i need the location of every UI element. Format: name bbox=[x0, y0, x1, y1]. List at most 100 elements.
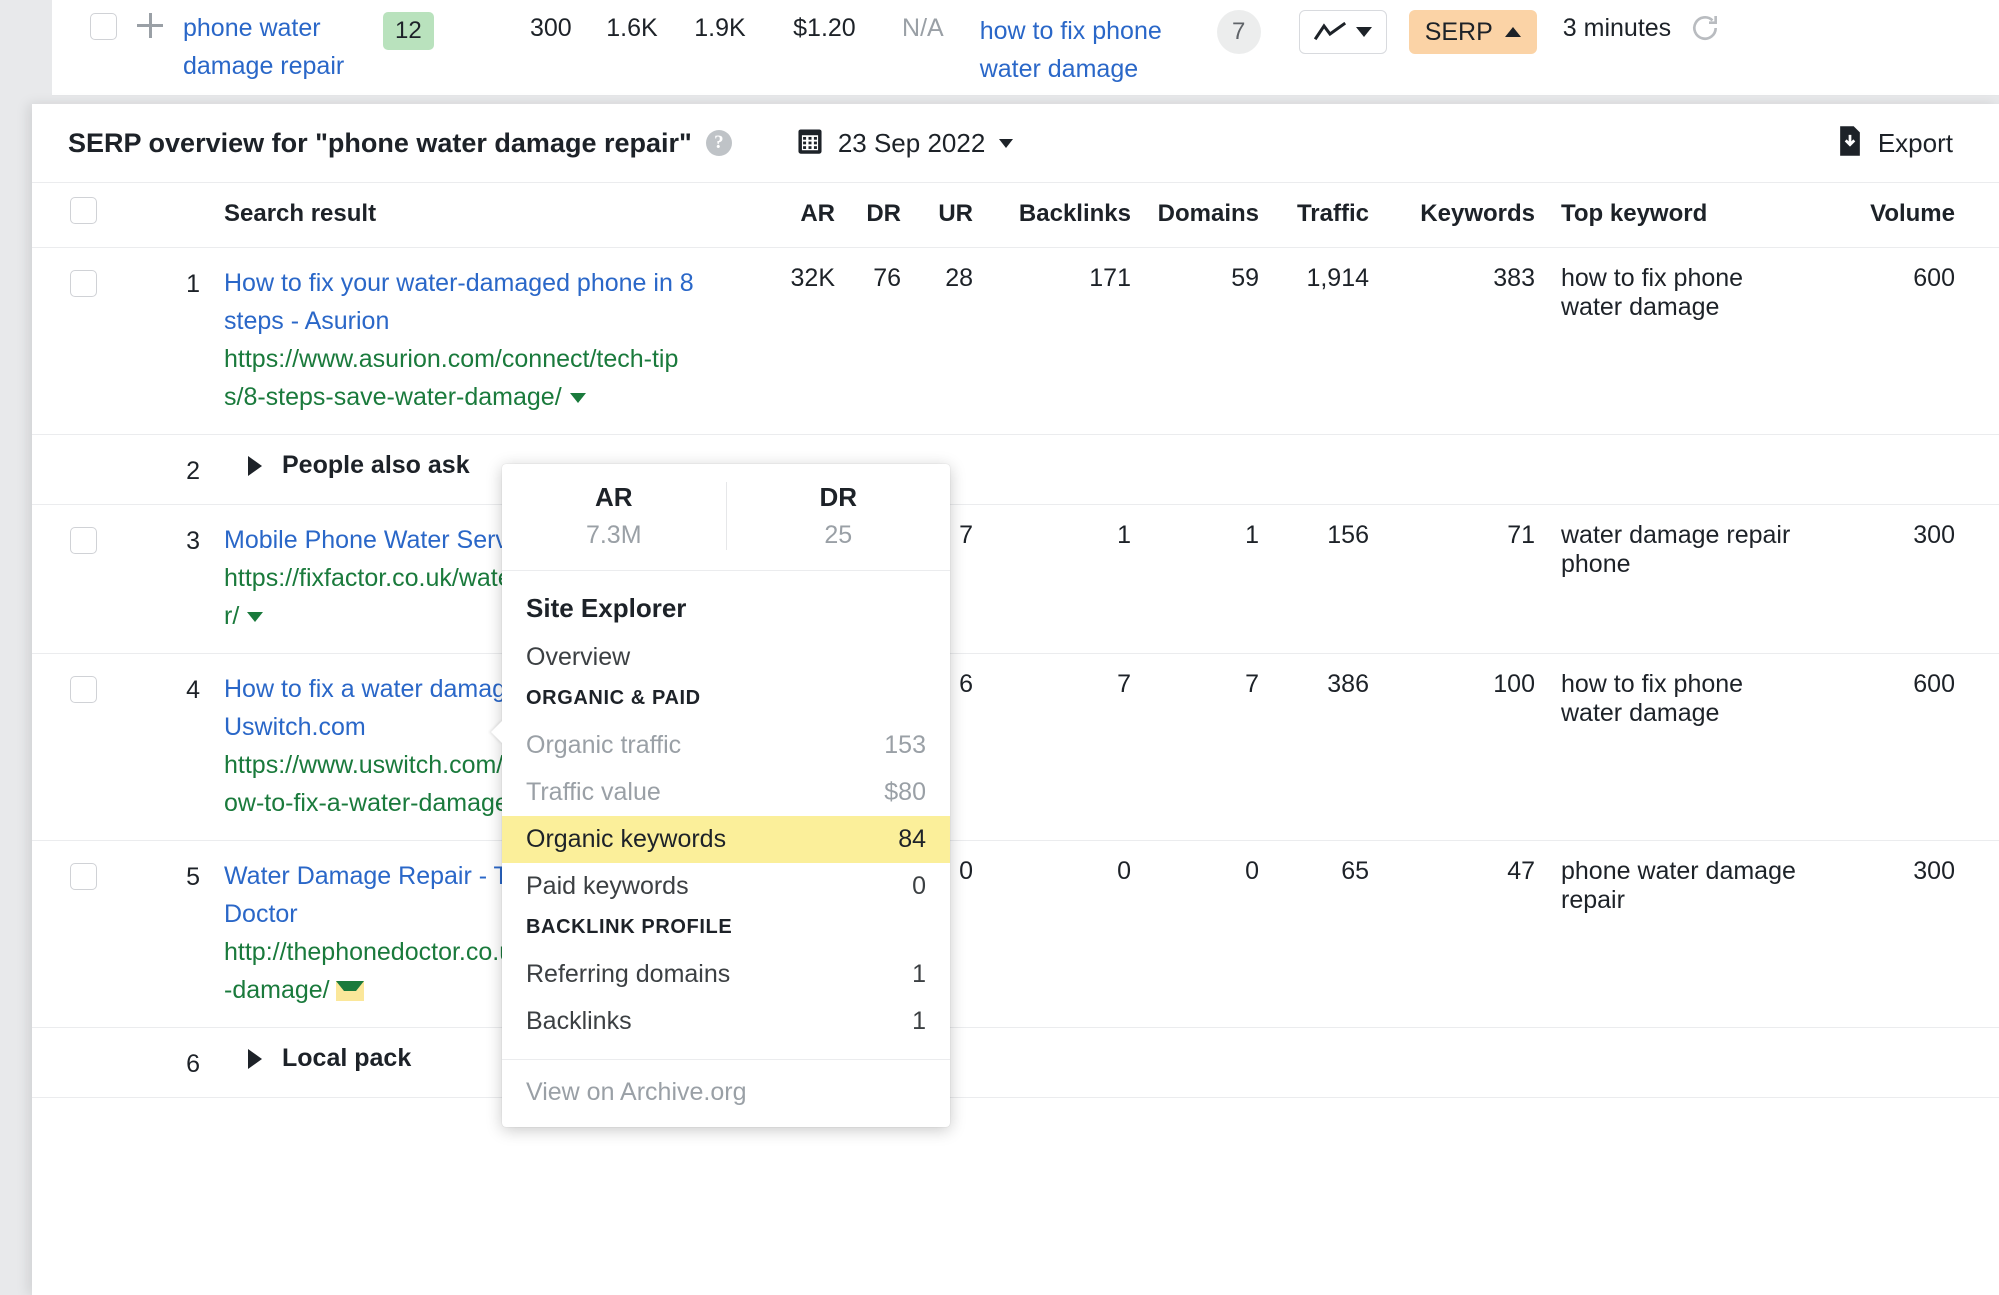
cell-ur: 28 bbox=[901, 247, 973, 435]
cell-volume: 300 bbox=[1805, 840, 1999, 1028]
col-domains: Domains bbox=[1131, 182, 1259, 248]
export-button[interactable]: Export bbox=[1836, 125, 1953, 162]
table-row: 1 How to fix your water-damaged phone in… bbox=[32, 247, 1999, 435]
keyword-kd: 1.6K bbox=[606, 14, 658, 42]
serp-feature-label: Local pack bbox=[282, 1044, 412, 1072]
cell-domains[interactable]: 59 bbox=[1131, 247, 1259, 435]
table-row: 6 Local pack bbox=[32, 1027, 1999, 1098]
serp-overview-panel: SERP overview for "phone water damage re… bbox=[32, 104, 1999, 1295]
cell-domains[interactable]: 1 bbox=[1131, 504, 1259, 654]
popup-referring-domains-value: 1 bbox=[912, 960, 926, 988]
refresh-icon[interactable] bbox=[1689, 12, 1721, 49]
popup-traffic-value-value: $80 bbox=[884, 778, 926, 806]
cell-backlinks[interactable]: 171 bbox=[973, 247, 1131, 435]
cell-traffic: 386 bbox=[1259, 653, 1369, 841]
popup-overview-link[interactable]: Overview bbox=[502, 634, 950, 681]
popup-dr-value: 25 bbox=[824, 521, 853, 549]
line-chart-icon bbox=[1313, 22, 1346, 42]
row-select-cell bbox=[32, 840, 144, 1028]
cell-top-keyword[interactable]: how to fix phone water damage bbox=[1535, 653, 1805, 841]
serp-feature-toggle[interactable]: People also ask bbox=[224, 451, 1999, 480]
col-volume: Volume bbox=[1805, 182, 1999, 248]
search-result-cell: How to fix your water-damaged phone in 8… bbox=[200, 247, 749, 435]
popup-arrow bbox=[491, 720, 503, 744]
last-updated-label: 3 minutes bbox=[1562, 14, 1672, 42]
popup-organic-traffic-label: Organic traffic bbox=[526, 731, 682, 759]
cell-domains[interactable]: 0 bbox=[1131, 840, 1259, 1028]
date-picker[interactable]: 23 Sep 2022 bbox=[796, 126, 1014, 161]
popup-paid-keywords-label: Paid keywords bbox=[526, 872, 689, 900]
cell-top-keyword[interactable]: how to fix phone water damage bbox=[1535, 247, 1805, 435]
cell-backlinks[interactable]: 1 bbox=[973, 504, 1131, 654]
serp-feature-cell[interactable]: People also ask bbox=[200, 434, 1999, 505]
row-select-cell bbox=[32, 504, 144, 654]
rank-header bbox=[144, 182, 200, 248]
col-ur: UR bbox=[901, 182, 973, 248]
cell-top-keyword[interactable]: phone water damage repair bbox=[1535, 840, 1805, 1028]
rank-number: 3 bbox=[144, 504, 200, 654]
chevron-down-icon bbox=[1355, 27, 1372, 37]
chevron-down-icon[interactable] bbox=[569, 393, 586, 404]
select-all-header bbox=[32, 182, 144, 248]
row-checkbox[interactable] bbox=[70, 863, 97, 890]
cell-dr: 76 bbox=[835, 247, 901, 435]
cell-domains[interactable]: 7 bbox=[1131, 653, 1259, 841]
col-backlinks: Backlinks bbox=[973, 182, 1131, 248]
serp-feature-toggle[interactable]: Local pack bbox=[224, 1044, 1999, 1073]
col-ar: AR bbox=[749, 182, 835, 248]
cell-keywords[interactable]: 71 bbox=[1369, 504, 1535, 654]
serp-feature-cell[interactable]: Local pack bbox=[200, 1027, 1999, 1098]
cell-backlinks[interactable]: 0 bbox=[973, 840, 1131, 1028]
rank-number: 2 bbox=[144, 434, 200, 505]
row-checkbox[interactable] bbox=[70, 676, 97, 703]
col-top-keyword: Top keyword bbox=[1535, 182, 1805, 248]
popup-metric-dr: DR 25 bbox=[725, 482, 951, 550]
table-row: 4 How to fix a water damaged phone - Usw… bbox=[32, 653, 1999, 841]
popup-paid-keywords[interactable]: Paid keywords 0 bbox=[502, 863, 950, 910]
row-checkbox[interactable] bbox=[70, 527, 97, 554]
export-label: Export bbox=[1877, 127, 1953, 158]
keyword-cpc: $1.20 bbox=[793, 14, 856, 42]
chevron-down-icon[interactable] bbox=[247, 612, 264, 623]
row-select-cell bbox=[32, 1027, 144, 1098]
popup-organic-keywords[interactable]: Organic keywords 84 bbox=[502, 816, 950, 863]
keyword-link[interactable]: phone water damage repair bbox=[183, 9, 361, 85]
keyword-na: N/A bbox=[902, 14, 944, 42]
popup-ar-value: 7.3M bbox=[585, 521, 642, 549]
popup-backlink-header: BACKLINK PROFILE bbox=[526, 916, 733, 938]
popup-organic-traffic[interactable]: Organic traffic 153 bbox=[502, 722, 950, 769]
serp-overview-screen: phone water damage repair 12 300 1.6K 1.… bbox=[0, 0, 1999, 1295]
serp-toggle-button[interactable]: SERP bbox=[1408, 10, 1537, 54]
cell-keywords[interactable]: 47 bbox=[1369, 840, 1535, 1028]
row-checkbox[interactable] bbox=[90, 13, 117, 40]
popup-paid-keywords-value: 0 bbox=[912, 872, 926, 900]
chart-dropdown-button[interactable] bbox=[1298, 10, 1387, 54]
position-badge: 12 bbox=[383, 12, 434, 50]
cell-keywords[interactable]: 100 bbox=[1369, 653, 1535, 841]
popup-backlinks[interactable]: Backlinks 1 bbox=[502, 998, 950, 1045]
popup-referring-domains[interactable]: Referring domains 1 bbox=[502, 951, 950, 998]
cell-backlinks[interactable]: 7 bbox=[973, 653, 1131, 841]
row-select-cell bbox=[32, 247, 144, 435]
select-all-checkbox[interactable] bbox=[70, 197, 97, 224]
col-keywords: Keywords bbox=[1369, 182, 1535, 248]
panel-header: SERP overview for "phone water damage re… bbox=[32, 104, 1999, 182]
plus-icon[interactable] bbox=[133, 8, 167, 42]
calendar-icon bbox=[796, 126, 824, 161]
row-checkbox[interactable] bbox=[70, 270, 97, 297]
popup-archive-link[interactable]: View on Archive.org bbox=[502, 1059, 950, 1127]
popup-ar-label: AR bbox=[594, 482, 633, 512]
result-url[interactable]: https://www.asurion.com/connect/tech-tip… bbox=[224, 340, 694, 416]
popup-backlinks-label: Backlinks bbox=[526, 1007, 632, 1035]
cell-keywords[interactable]: 383 bbox=[1369, 247, 1535, 435]
popup-referring-domains-label: Referring domains bbox=[526, 960, 731, 988]
keyword-top-keyword[interactable]: how to fix phone water damage bbox=[980, 12, 1175, 88]
cell-volume: 300 bbox=[1805, 504, 1999, 654]
help-icon[interactable]: ? bbox=[705, 130, 732, 156]
result-title-link[interactable]: How to fix your water-damaged phone in 8… bbox=[224, 264, 694, 340]
popup-metric-ar: AR 7.3M bbox=[502, 482, 726, 550]
popup-traffic-value[interactable]: Traffic value $80 bbox=[502, 769, 950, 816]
cell-top-keyword[interactable]: water damage repair phone bbox=[1535, 504, 1805, 654]
serp-results-table: Search result AR DR UR Backlinks Domains… bbox=[32, 182, 1999, 1098]
chevron-down-icon[interactable] bbox=[335, 981, 364, 1002]
